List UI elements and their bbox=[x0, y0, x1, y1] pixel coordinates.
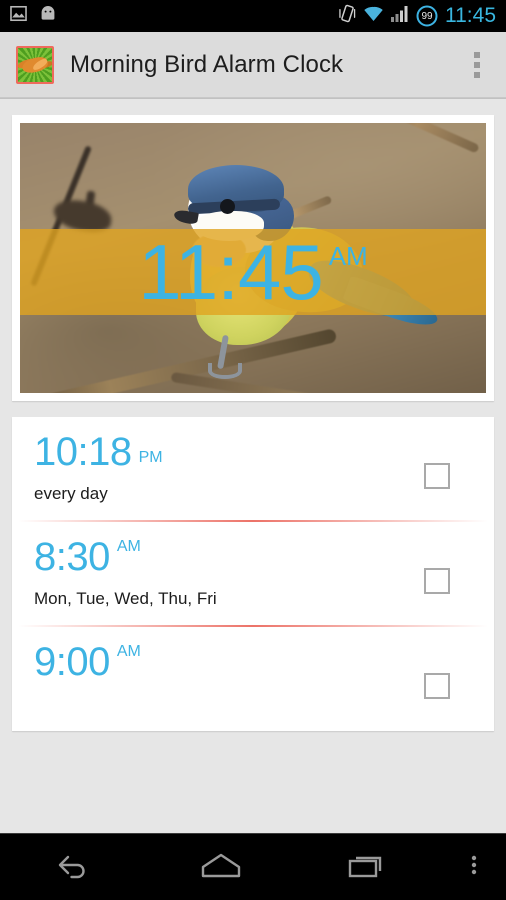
alarm-ampm: AM bbox=[116, 643, 141, 661]
back-arrow-icon bbox=[54, 850, 94, 885]
alarm-details: 9:00 AM bbox=[34, 641, 424, 714]
alarm-details: 10:18 PM every day bbox=[34, 430, 424, 504]
morning-bird-app-icon[interactable] bbox=[16, 45, 54, 84]
main-content: 11:45 AM 10:18 PM every day 8:30 AM Mon,… bbox=[0, 99, 506, 833]
table-row[interactable]: 8:30 AM Mon, Tue, Wed, Thu, Fri bbox=[12, 522, 494, 625]
table-row[interactable]: 10:18 PM every day bbox=[12, 417, 494, 520]
alarm-time: 9:00 bbox=[34, 640, 110, 685]
alarm-list: 10:18 PM every day 8:30 AM Mon, Tue, Wed… bbox=[12, 417, 494, 731]
status-bar-system-icons: 99 11:45 bbox=[339, 4, 506, 28]
recents-button[interactable] bbox=[295, 834, 442, 900]
bird-foot bbox=[208, 363, 242, 379]
overflow-menu-button[interactable] bbox=[466, 44, 488, 86]
alarm-time-line: 8:30 AM bbox=[34, 535, 424, 580]
bird-eye bbox=[220, 199, 235, 214]
clock-overlay: 11:45 AM bbox=[20, 229, 486, 315]
bird-photo: 11:45 AM bbox=[20, 123, 486, 393]
android-icon bbox=[38, 5, 58, 27]
overflow-dot-2 bbox=[474, 61, 480, 68]
alarm-time-line: 10:18 PM bbox=[34, 430, 424, 474]
overflow-dot-1 bbox=[474, 51, 480, 58]
alarm-repeat-days: every day bbox=[34, 484, 108, 504]
battery-icon: 99 bbox=[416, 5, 438, 27]
page-title: Morning Bird Alarm Clock bbox=[70, 50, 344, 78]
status-bar: 99 11:45 bbox=[0, 0, 506, 32]
vibrate-icon bbox=[339, 4, 356, 28]
status-bar-clock: 11:45 bbox=[445, 4, 496, 27]
alarm-repeat-days bbox=[34, 695, 424, 715]
signal-icon bbox=[391, 5, 409, 27]
widget-clock-time: 11:45 bbox=[138, 228, 323, 316]
action-bar: Morning Bird Alarm Clock bbox=[0, 32, 506, 98]
wifi-icon bbox=[363, 6, 384, 27]
recents-icon bbox=[347, 850, 389, 885]
status-bar-notifications bbox=[0, 4, 58, 28]
menu-dots-icon bbox=[469, 850, 479, 885]
alarm-time-line: 9:00 AM bbox=[34, 641, 424, 684]
widget-clock-ampm: AM bbox=[328, 241, 368, 271]
home-button[interactable] bbox=[147, 834, 294, 900]
table-row[interactable]: 9:00 AM bbox=[12, 627, 494, 730]
back-button[interactable] bbox=[0, 834, 147, 900]
clock-widget-card[interactable]: 11:45 AM bbox=[12, 115, 494, 401]
android-screen: 99 11:45 Morning Bird Alarm Clock 11:45 … bbox=[0, 0, 506, 900]
alarm-ampm: PM bbox=[138, 449, 163, 467]
alarm-time: 10:18 bbox=[34, 430, 132, 474]
image-icon bbox=[9, 4, 28, 28]
alarm-time: 8:30 bbox=[34, 535, 110, 580]
alarm-enable-checkbox[interactable] bbox=[424, 673, 450, 700]
battery-level-text: 99 bbox=[421, 10, 433, 22]
navigation-bar bbox=[0, 833, 506, 900]
alarm-enable-checkbox[interactable] bbox=[424, 568, 450, 595]
overflow-dot-3 bbox=[474, 71, 480, 78]
menu-button[interactable] bbox=[442, 834, 506, 900]
alarm-repeat-days: Mon, Tue, Wed, Thu, Fri bbox=[34, 589, 217, 609]
home-icon bbox=[198, 850, 244, 885]
alarm-ampm: AM bbox=[116, 538, 141, 556]
alarm-details: 8:30 AM Mon, Tue, Wed, Thu, Fri bbox=[34, 535, 424, 609]
alarm-enable-checkbox[interactable] bbox=[424, 463, 450, 489]
